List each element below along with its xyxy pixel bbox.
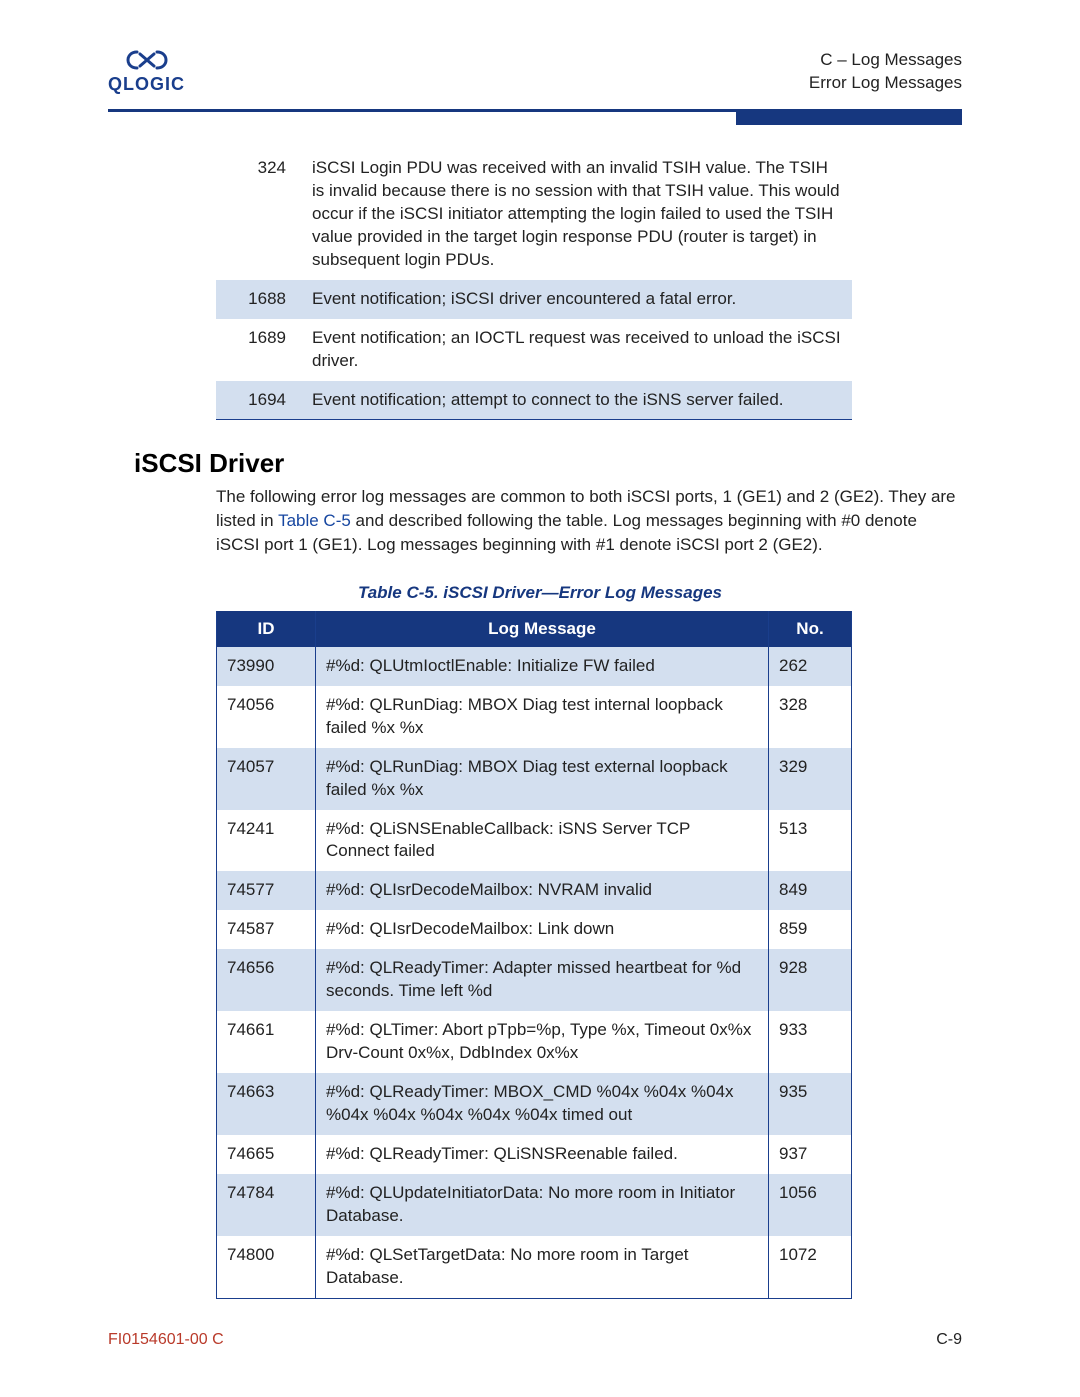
row-no: 513 bbox=[769, 810, 852, 872]
row-id: 74587 bbox=[217, 910, 316, 949]
continuation-table: 324iSCSI Login PDU was received with an … bbox=[216, 149, 852, 420]
table-row: 74056#%d: QLRunDiag: MBOX Diag test inte… bbox=[217, 686, 852, 748]
col-no-header: No. bbox=[769, 611, 852, 647]
row-id: 74784 bbox=[217, 1174, 316, 1236]
row-msg: #%d: QLSetTargetData: No more room in Ta… bbox=[316, 1236, 769, 1298]
row-no: 859 bbox=[769, 910, 852, 949]
table-row: 74577#%d: QLIsrDecodeMailbox: NVRAM inva… bbox=[217, 871, 852, 910]
table-row: 74784#%d: QLUpdateInitiatorData: No more… bbox=[217, 1174, 852, 1236]
row-msg: #%d: QLReadyTimer: QLiSNSReenable failed… bbox=[316, 1135, 769, 1174]
row-id: 74577 bbox=[217, 871, 316, 910]
row-id: 1694 bbox=[216, 381, 304, 420]
row-no: 928 bbox=[769, 949, 852, 1011]
table-row: 1689Event notification; an IOCTL request… bbox=[216, 319, 852, 381]
row-id: 74665 bbox=[217, 1135, 316, 1174]
table-row: 324iSCSI Login PDU was received with an … bbox=[216, 149, 852, 280]
row-no: 329 bbox=[769, 748, 852, 810]
section-heading: iSCSI Driver bbox=[134, 448, 1080, 479]
table-row: 74656#%d: QLReadyTimer: Adapter missed h… bbox=[217, 949, 852, 1011]
row-id: 73990 bbox=[217, 647, 316, 686]
row-id: 74656 bbox=[217, 949, 316, 1011]
intro-paragraph: The following error log messages are com… bbox=[216, 485, 962, 556]
row-msg: #%d: QLRunDiag: MBOX Diag test internal … bbox=[316, 686, 769, 748]
table-row: 1688Event notification; iSCSI driver enc… bbox=[216, 280, 852, 319]
row-msg: #%d: QLUpdateInitiatorData: No more room… bbox=[316, 1174, 769, 1236]
row-no: 935 bbox=[769, 1073, 852, 1135]
table-row: 74663#%d: QLReadyTimer: MBOX_CMD %04x %0… bbox=[217, 1073, 852, 1135]
header-rule bbox=[0, 109, 1080, 125]
logo: QLOGIC bbox=[108, 48, 185, 95]
row-msg: Event notification; an IOCTL request was… bbox=[304, 319, 852, 381]
header-right: C – Log Messages Error Log Messages bbox=[809, 49, 962, 95]
row-msg: #%d: QLTimer: Abort pTpb=%p, Type %x, Ti… bbox=[316, 1011, 769, 1073]
row-no: 1072 bbox=[769, 1236, 852, 1298]
page-footer: FI0154601-00 C C-9 bbox=[108, 1331, 962, 1349]
row-msg: #%d: QLIsrDecodeMailbox: Link down bbox=[316, 910, 769, 949]
table-row: 74665#%d: QLReadyTimer: QLiSNSReenable f… bbox=[217, 1135, 852, 1174]
row-id: 1688 bbox=[216, 280, 304, 319]
row-no: 937 bbox=[769, 1135, 852, 1174]
page-number: C-9 bbox=[936, 1331, 962, 1349]
row-msg: Event notification; attempt to connect t… bbox=[304, 381, 852, 420]
table-row: 74587#%d: QLIsrDecodeMailbox: Link down8… bbox=[217, 910, 852, 949]
row-id: 324 bbox=[216, 149, 304, 280]
row-id: 74241 bbox=[217, 810, 316, 872]
row-no: 328 bbox=[769, 686, 852, 748]
col-msg-header: Log Message bbox=[316, 611, 769, 647]
row-id: 74663 bbox=[217, 1073, 316, 1135]
row-msg: #%d: QLReadyTimer: MBOX_CMD %04x %04x %0… bbox=[316, 1073, 769, 1135]
col-id-header: ID bbox=[217, 611, 316, 647]
row-id: 74800 bbox=[217, 1236, 316, 1298]
row-msg: Event notification; iSCSI driver encount… bbox=[304, 280, 852, 319]
row-msg: #%d: QLiSNSEnableCallback: iSNS Server T… bbox=[316, 810, 769, 872]
row-msg: #%d: QLReadyTimer: Adapter missed heartb… bbox=[316, 949, 769, 1011]
row-no: 933 bbox=[769, 1011, 852, 1073]
table-row: 73990#%d: QLUtmIoctlEnable: Initialize F… bbox=[217, 647, 852, 686]
rule-thin bbox=[108, 109, 736, 112]
row-id: 1689 bbox=[216, 319, 304, 381]
row-id: 74661 bbox=[217, 1011, 316, 1073]
page-header: QLOGIC C – Log Messages Error Log Messag… bbox=[0, 0, 1080, 103]
table-row: 74800#%d: QLSetTargetData: No more room … bbox=[217, 1236, 852, 1298]
logo-text: QLOGIC bbox=[108, 74, 185, 95]
error-log-table: ID Log Message No. 73990#%d: QLUtmIoctlE… bbox=[216, 611, 852, 1299]
row-id: 74057 bbox=[217, 748, 316, 810]
qlogic-logo-icon bbox=[122, 48, 172, 72]
page: QLOGIC C – Log Messages Error Log Messag… bbox=[0, 0, 1080, 1397]
table-row: 1694Event notification; attempt to conne… bbox=[216, 381, 852, 420]
table-link[interactable]: Table C-5 bbox=[278, 511, 351, 530]
table-row: 74057#%d: QLRunDiag: MBOX Diag test exte… bbox=[217, 748, 852, 810]
doc-number: FI0154601-00 C bbox=[108, 1331, 224, 1349]
row-msg: #%d: QLUtmIoctlEnable: Initialize FW fai… bbox=[316, 647, 769, 686]
row-no: 1056 bbox=[769, 1174, 852, 1236]
row-msg: #%d: QLRunDiag: MBOX Diag test external … bbox=[316, 748, 769, 810]
table-row: 74241#%d: QLiSNSEnableCallback: iSNS Ser… bbox=[217, 810, 852, 872]
table-caption: Table C-5. iSCSI Driver—Error Log Messag… bbox=[0, 583, 1080, 603]
rule-thick bbox=[736, 109, 962, 125]
row-no: 262 bbox=[769, 647, 852, 686]
table-row: 74661#%d: QLTimer: Abort pTpb=%p, Type %… bbox=[217, 1011, 852, 1073]
table-header-row: ID Log Message No. bbox=[217, 611, 852, 647]
header-section: Error Log Messages bbox=[809, 72, 962, 95]
row-no: 849 bbox=[769, 871, 852, 910]
row-id: 74056 bbox=[217, 686, 316, 748]
row-msg: #%d: QLIsrDecodeMailbox: NVRAM invalid bbox=[316, 871, 769, 910]
header-chapter: C – Log Messages bbox=[809, 49, 962, 72]
row-msg: iSCSI Login PDU was received with an inv… bbox=[304, 149, 852, 280]
